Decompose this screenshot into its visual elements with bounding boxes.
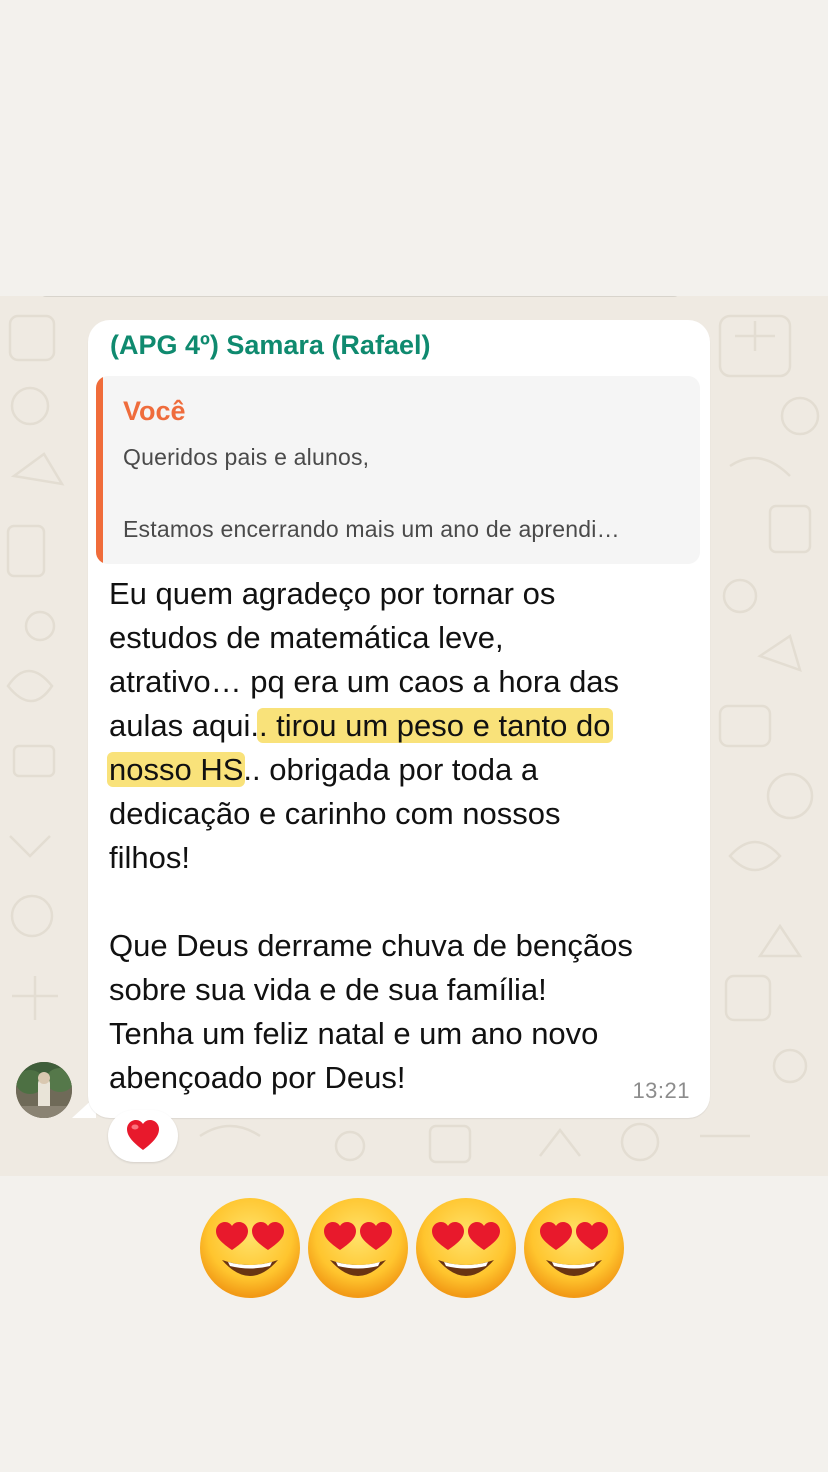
message-text-line: Eu quem agradeço por tornar os: [109, 576, 556, 611]
message-text: .. obrigada por toda a: [243, 752, 539, 787]
message-text-line: estudos de matemática leve,: [109, 620, 504, 655]
highlighted-text: . tirou um peso e tanto do: [256, 708, 613, 743]
emoji-caption: [198, 1196, 630, 1300]
sender-avatar[interactable]: [16, 1062, 72, 1118]
message-text-line: atrativo… pq era um caos a hora das: [109, 664, 620, 699]
message-bubble[interactable]: (APG 4º) Samara (Rafael) Você Queridos p…: [88, 320, 710, 1118]
quoted-message[interactable]: Você Queridos pais e alunos, Estamos enc…: [96, 376, 700, 564]
quoted-text-line: Estamos encerrando mais um ano de aprend…: [123, 516, 620, 542]
smiling-face-with-heart-eyes-icon: [524, 1198, 624, 1298]
smiling-face-with-heart-eyes-icon: [416, 1198, 516, 1298]
quoted-text-line: Queridos pais e alunos,: [123, 444, 370, 470]
reaction-badge[interactable]: [108, 1110, 178, 1162]
smiling-face-with-heart-eyes-icon: [200, 1198, 300, 1298]
message-text-line: sobre sua vida e de sua família!: [109, 972, 547, 1007]
quote-bar: [96, 376, 103, 564]
avatar-image: [16, 1062, 72, 1118]
smiling-face-with-heart-eyes-icon: [308, 1198, 408, 1298]
message-text-line: filhos!: [109, 840, 190, 875]
chat-area: (APG 4º) Samara (Rafael) Você Queridos p…: [0, 296, 828, 1176]
message-text: aulas aqui.: [109, 708, 259, 743]
highlighted-text: nosso HS: [107, 752, 246, 787]
previous-message-edge: [40, 296, 680, 297]
red-heart-icon: [127, 1120, 159, 1150]
message-text-line: Que Deus derrame chuva de bençãos: [109, 928, 633, 963]
message-text-line: aulas aqui.. tirou um peso e tanto do: [109, 708, 613, 744]
message-text-line: abençoado por Deus!: [109, 1060, 406, 1095]
quoted-author: Você: [123, 396, 186, 426]
message-text-line: dedicação e carinho com nossos: [109, 796, 561, 831]
message-text-line: Tenha um feliz natal e um ano novo: [109, 1016, 599, 1051]
sender-name[interactable]: (APG 4º) Samara (Rafael): [110, 330, 430, 361]
message-timestamp: 13:21: [632, 1078, 690, 1103]
message-text-line: nosso HS.. obrigada por toda a: [107, 752, 539, 788]
